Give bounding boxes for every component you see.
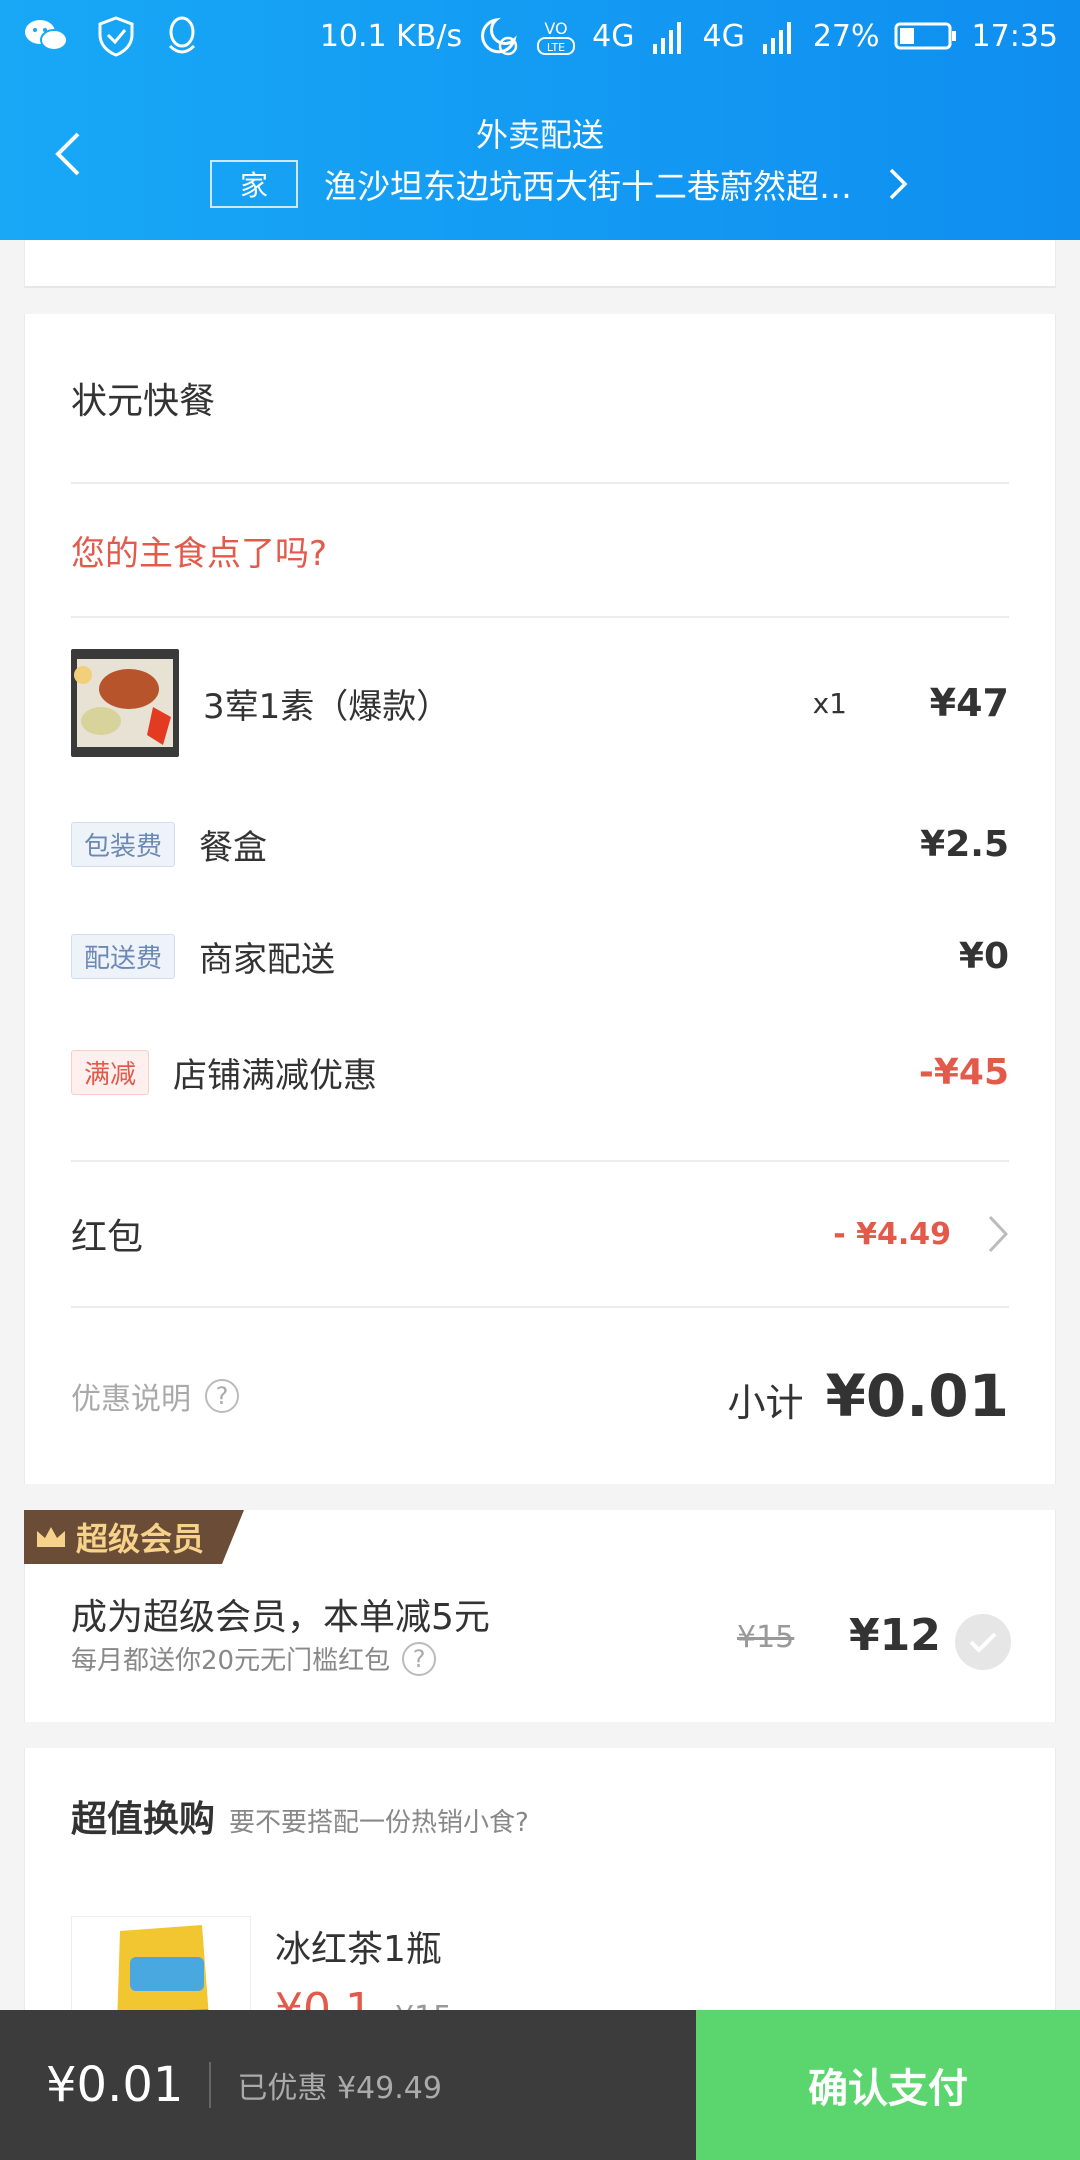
volte-icon: VO LTE bbox=[534, 14, 578, 58]
subtotal-row: 优惠说明 ? 小计 ¥0.01 bbox=[25, 1308, 1055, 1484]
status-bar: 10.1 KB/s VO LTE 4G 4G 27% 17:35 bbox=[0, 0, 1080, 72]
promo-note-label: 优惠说明 bbox=[71, 1382, 191, 1417]
checkout-summary: ¥0.01 已优惠 ¥49.49 bbox=[0, 2010, 696, 2160]
order-content: 状元快餐 您的主食点了吗? 3荤1素（爆款） x1 ¥47 包装费 餐盒 ¥2.… bbox=[0, 240, 1080, 2056]
previous-card-edge bbox=[24, 240, 1056, 288]
address-tag: 家 bbox=[210, 160, 299, 208]
signal-icon bbox=[759, 16, 799, 56]
fee-badge: 包装费 bbox=[71, 821, 176, 867]
fee-badge: 配送费 bbox=[71, 933, 176, 979]
address-selector[interactable]: 家 渔沙坦东边坑西大街十二巷蔚然超… bbox=[210, 160, 908, 208]
food-image bbox=[71, 649, 179, 757]
subtotal-value: ¥0.01 bbox=[825, 1362, 1009, 1430]
clock: 17:35 bbox=[971, 18, 1058, 54]
subtotal: 小计 ¥0.01 bbox=[728, 1362, 1009, 1430]
fee-label: 餐盒 bbox=[199, 827, 268, 868]
discount-label: 店铺满减优惠 bbox=[173, 1055, 378, 1096]
address-text: 渔沙坦东边坑西大街十二巷蔚然超… bbox=[324, 167, 853, 206]
discount-badge: 满减 bbox=[71, 1049, 150, 1095]
vip-price: ¥12 bbox=[849, 1610, 941, 1661]
page-title: 外卖配送 bbox=[475, 116, 604, 154]
order-item: 3荤1素（爆款） x1 ¥47 bbox=[25, 618, 1055, 788]
qq-icon bbox=[162, 14, 202, 58]
battery-icon bbox=[894, 20, 958, 52]
packaging-fee-row: 包装费 餐盒 ¥2.5 bbox=[25, 788, 1055, 900]
promo-explanation[interactable]: 优惠说明 ? bbox=[71, 1374, 239, 1418]
redpack-label: 红包 bbox=[71, 1217, 144, 1258]
item-name: 3荤1素（爆款） bbox=[203, 686, 451, 727]
fee-label: 商家配送 bbox=[199, 939, 336, 980]
vip-banner: 超级会员 bbox=[24, 1510, 244, 1564]
alarm-icon bbox=[476, 14, 520, 58]
store-order-card: 状元快餐 您的主食点了吗? 3荤1素（爆款） x1 ¥47 包装费 餐盒 ¥2.… bbox=[24, 314, 1056, 1484]
shield-icon bbox=[96, 15, 136, 57]
battery-percent: 27% bbox=[812, 18, 880, 54]
delivery-fee-row: 配送费 商家配送 ¥0 bbox=[25, 900, 1055, 1012]
discount-price: -¥45 bbox=[918, 1051, 1009, 1093]
question-icon[interactable]: ? bbox=[402, 1641, 437, 1676]
fee-price: ¥0 bbox=[958, 935, 1009, 977]
question-icon: ? bbox=[205, 1379, 239, 1413]
redpack-row[interactable]: 红包 - ¥4.49 bbox=[25, 1162, 1055, 1306]
confirm-pay-button[interactable]: 确认支付 bbox=[696, 2010, 1080, 2160]
network-speed: 10.1 KB/s bbox=[319, 18, 463, 54]
checkout-bar: ¥0.01 已优惠 ¥49.49 确认支付 bbox=[0, 2010, 1080, 2160]
vip-checkbox[interactable] bbox=[955, 1614, 1011, 1670]
item-quantity: x1 bbox=[812, 686, 847, 720]
vip-old-price: ¥15 bbox=[737, 1620, 795, 1655]
vip-sub-label: 每月都送你20元无门槛红包 bbox=[71, 1646, 391, 1676]
store-name: 状元快餐 bbox=[71, 381, 216, 422]
wechat-icon bbox=[22, 16, 70, 56]
exchange-header: 超值换购 要不要搭配一份热销小食? bbox=[71, 1790, 529, 1842]
subtotal-label: 小计 bbox=[727, 1381, 804, 1425]
check-icon bbox=[968, 1630, 998, 1654]
exchange-card: 超值换购 要不要搭配一份热销小食? 冰红茶1瓶 ¥0.1 ¥15 bbox=[24, 1748, 1056, 2056]
chevron-right-icon bbox=[888, 167, 908, 201]
network-type-2: 4G bbox=[702, 18, 745, 54]
vip-banner-text: 超级会员 bbox=[76, 1520, 205, 1558]
chevron-right-icon bbox=[987, 1214, 1009, 1254]
total-amount: ¥0.01 bbox=[46, 2057, 184, 2113]
fee-price: ¥2.5 bbox=[920, 823, 1009, 865]
divider bbox=[209, 2062, 212, 2108]
crown-icon bbox=[34, 1523, 68, 1551]
exchange-title: 超值换购 bbox=[71, 1799, 216, 1840]
network-type-1: 4G bbox=[592, 18, 635, 54]
signal-icon bbox=[649, 16, 689, 56]
svg-text:LTE: LTE bbox=[547, 41, 565, 54]
discount-row: 满减 店铺满减优惠 -¥45 bbox=[25, 1012, 1055, 1132]
exchange-item-name: 冰红茶1瓶 bbox=[275, 1929, 442, 1970]
exchange-subtitle: 要不要搭配一份热销小食? bbox=[229, 1808, 529, 1838]
super-vip-card[interactable]: 超级会员 成为超级会员，本单减5元 每月都送你20元无门槛红包 ? ¥15 ¥1… bbox=[24, 1510, 1056, 1722]
saved-amount: 已优惠 ¥49.49 bbox=[237, 2071, 442, 2106]
svg-text:VO: VO bbox=[545, 19, 568, 38]
main-food-prompt[interactable]: 您的主食点了吗? bbox=[25, 484, 1055, 616]
redpack-value: - ¥4.49 bbox=[833, 1216, 951, 1252]
app-header: 10.1 KB/s VO LTE 4G 4G 27% 17:35 外卖配送 家 … bbox=[0, 0, 1080, 240]
item-price: ¥47 bbox=[929, 681, 1009, 725]
vip-sub-text: 每月都送你20元无门槛红包 ? bbox=[71, 1640, 437, 1677]
vip-offer-text: 成为超级会员，本单减5元 bbox=[71, 1597, 490, 1638]
